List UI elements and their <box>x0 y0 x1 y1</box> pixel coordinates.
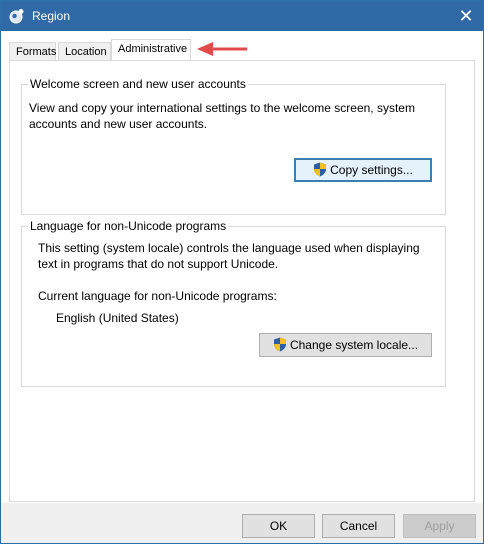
dialog-footer: OK Cancel Apply <box>1 503 483 543</box>
tab-label: Location <box>65 46 107 58</box>
non-unicode-group: Language for non-Unicode programs This s… <box>21 219 446 387</box>
tab-location[interactable]: Location <box>58 42 111 60</box>
region-dialog: Region ✕ Formats Location Administrative… <box>0 0 484 544</box>
button-label: OK <box>269 519 288 533</box>
globe-icon <box>9 9 24 24</box>
title-bar[interactable]: Region ✕ <box>1 1 483 31</box>
close-icon: ✕ <box>458 6 474 26</box>
welcome-screen-group: Welcome screen and new user accounts Vie… <box>21 77 446 215</box>
uac-shield-icon <box>314 162 327 177</box>
group-title: Language for non-Unicode programs <box>28 219 229 233</box>
description-line: This setting (system locale) controls th… <box>38 241 420 255</box>
group-description: This setting (system locale) controls th… <box>38 240 420 272</box>
description-line: text in programs that do not support Uni… <box>38 257 279 271</box>
close-button[interactable]: ✕ <box>449 1 483 31</box>
description-line: View and copy your international setting… <box>29 101 415 115</box>
cancel-button[interactable]: Cancel <box>322 514 395 538</box>
window-title: Region <box>32 9 71 23</box>
tab-administrative[interactable]: Administrative <box>111 39 191 62</box>
button-label: Cancel <box>339 519 378 533</box>
apply-button: Apply <box>403 514 476 538</box>
annotation-arrow-icon <box>197 42 247 56</box>
button-label: Copy settings... <box>330 163 413 177</box>
group-description: View and copy your international setting… <box>29 100 415 132</box>
description-line: accounts and new user accounts. <box>29 117 208 131</box>
group-title: Welcome screen and new user accounts <box>28 77 248 91</box>
tab-formats[interactable]: Formats <box>9 42 56 60</box>
administrative-panel: Welcome screen and new user accounts Vie… <box>9 60 475 502</box>
uac-shield-icon <box>273 337 286 352</box>
current-language-value: English (United States) <box>56 311 179 325</box>
tab-label: Administrative <box>118 43 188 55</box>
copy-settings-button[interactable]: Copy settings... <box>294 158 432 182</box>
change-system-locale-button[interactable]: Change system locale... <box>259 333 432 357</box>
tab-label: Formats <box>16 46 57 58</box>
button-label: Change system locale... <box>289 338 419 352</box>
button-label: Apply <box>424 519 455 533</box>
ok-button[interactable]: OK <box>242 514 315 538</box>
current-language-label: Current language for non-Unicode program… <box>38 289 277 303</box>
